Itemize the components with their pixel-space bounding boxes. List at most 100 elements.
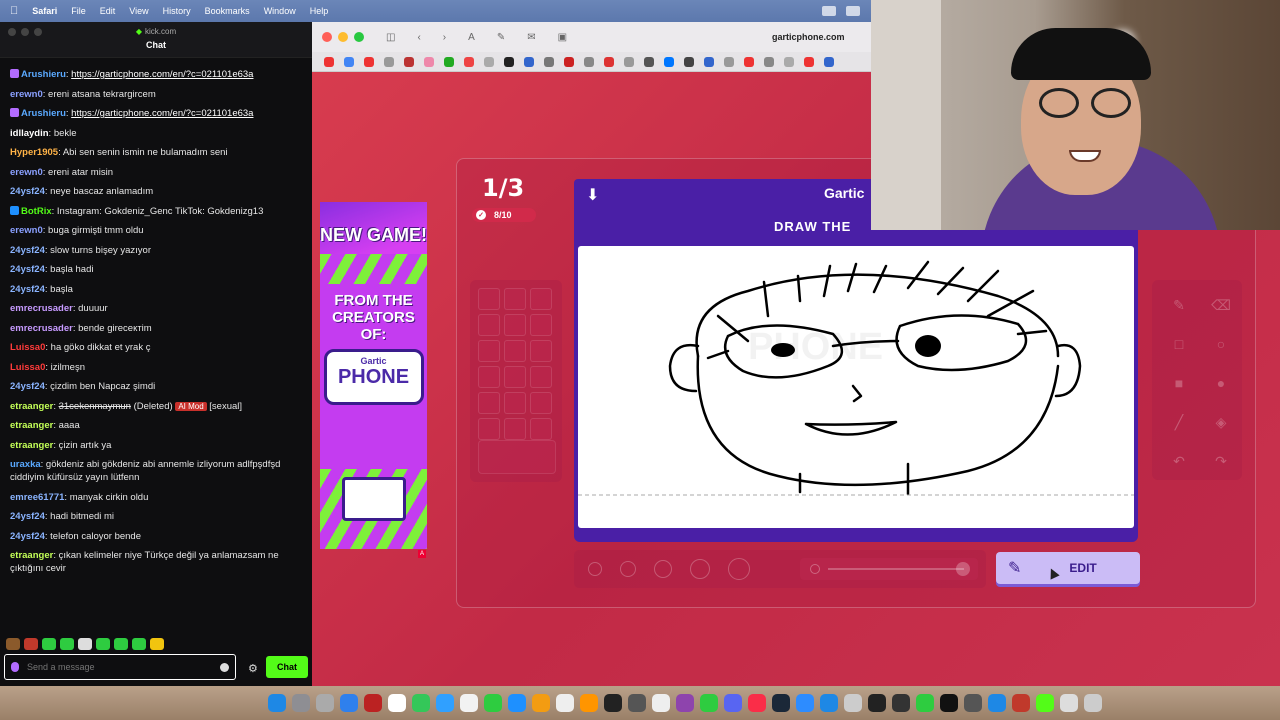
- chat-username[interactable]: erewn0: [10, 167, 43, 178]
- terminal-icon[interactable]: [604, 694, 622, 712]
- chat-username[interactable]: erewn0: [10, 89, 43, 100]
- emoji-icon[interactable]: [220, 662, 229, 672]
- color-swatch[interactable]: [504, 366, 526, 388]
- ad-choice-icon[interactable]: A: [418, 550, 426, 558]
- emote-icon[interactable]: [132, 638, 146, 650]
- bookmark-icon[interactable]: [484, 56, 494, 67]
- bookmark-icon[interactable]: [784, 56, 794, 67]
- emote-icon[interactable]: [96, 638, 110, 650]
- color-swatch[interactable]: [530, 314, 552, 336]
- emote-icon[interactable]: [42, 638, 56, 650]
- filled-rectangle-tool-icon[interactable]: ■: [1162, 366, 1196, 400]
- eraser-tool-icon[interactable]: ⌫: [1204, 288, 1238, 322]
- app-icon[interactable]: [580, 694, 598, 712]
- facetime-icon[interactable]: [484, 694, 502, 712]
- chat-username[interactable]: etraanger: [10, 401, 53, 412]
- steam-icon[interactable]: [772, 694, 790, 712]
- tray-icon[interactable]: [846, 6, 860, 16]
- emote-icon[interactable]: [24, 638, 38, 650]
- bookmark-icon[interactable]: [764, 56, 774, 67]
- kick-icon[interactable]: [1036, 694, 1054, 712]
- bookmark-icon[interactable]: [644, 56, 654, 67]
- chat-username[interactable]: uraxka: [10, 459, 41, 470]
- chat-username[interactable]: 24ysf24: [10, 245, 45, 256]
- chat-username[interactable]: etraanger: [10, 420, 53, 431]
- gear-icon[interactable]: ⚙: [248, 662, 258, 675]
- bookmark-icon[interactable]: [504, 56, 514, 67]
- app-icon[interactable]: [940, 694, 958, 712]
- bookmark-icon[interactable]: [704, 56, 714, 67]
- bookmark-icon[interactable]: [684, 56, 694, 67]
- color-swatch[interactable]: [504, 288, 526, 310]
- color-swatch[interactable]: [478, 366, 500, 388]
- app-icon[interactable]: [988, 694, 1006, 712]
- app-icon[interactable]: [652, 694, 670, 712]
- emote-icon[interactable]: [60, 638, 74, 650]
- filled-ellipse-tool-icon[interactable]: ●: [1204, 366, 1238, 400]
- brush-size-option[interactable]: [728, 558, 750, 580]
- chat-username[interactable]: etraanger: [10, 440, 53, 451]
- color-swatch[interactable]: [478, 392, 500, 414]
- chat-username[interactable]: emree61771: [10, 492, 64, 503]
- emote-icon[interactable]: [78, 638, 92, 650]
- forward-icon[interactable]: ›: [443, 32, 446, 43]
- menu-file[interactable]: File: [71, 6, 86, 16]
- chat-username[interactable]: Luissa0: [10, 342, 45, 353]
- launchpad-icon[interactable]: [292, 694, 310, 712]
- line-tool-icon[interactable]: ╱: [1162, 405, 1196, 439]
- chat-username[interactable]: idllaydin: [10, 128, 49, 139]
- color-swatch[interactable]: [530, 418, 552, 440]
- bookmark-icon[interactable]: [384, 56, 394, 67]
- chat-username[interactable]: emrecrusader: [10, 303, 73, 314]
- bookmark-icon[interactable]: [364, 56, 374, 67]
- microphone-icon[interactable]: [11, 662, 19, 672]
- chat-message-list[interactable]: Arushieru: https://garticphone.com/en/?c…: [0, 68, 300, 648]
- close-dot[interactable]: [8, 28, 16, 36]
- reader-icon[interactable]: A: [468, 32, 475, 43]
- edit-button[interactable]: ✎ EDIT: [996, 552, 1140, 584]
- bookmark-icon[interactable]: [424, 56, 434, 67]
- brush-size-option[interactable]: [690, 559, 710, 579]
- app-icon[interactable]: [1060, 694, 1078, 712]
- photos-icon[interactable]: [532, 694, 550, 712]
- app-icon[interactable]: [460, 694, 478, 712]
- color-swatch[interactable]: [530, 288, 552, 310]
- color-swatch[interactable]: [530, 392, 552, 414]
- brush-size-option[interactable]: [620, 561, 636, 577]
- address-bar[interactable]: garticphone.com: [772, 32, 845, 42]
- trash-icon[interactable]: [1084, 694, 1102, 712]
- apple-icon[interactable]: : [10, 5, 18, 17]
- chat-input-box[interactable]: [4, 654, 236, 680]
- color-swatch[interactable]: [504, 340, 526, 362]
- chat-send-button[interactable]: Chat: [266, 656, 308, 678]
- zoom-dot[interactable]: [354, 32, 364, 42]
- chat-username[interactable]: erewn0: [10, 225, 43, 236]
- menu-bookmarks[interactable]: Bookmarks: [205, 6, 250, 16]
- chat-username[interactable]: 24ysf24: [10, 284, 45, 295]
- bookmark-icon[interactable]: [524, 56, 534, 67]
- fill-bucket-icon[interactable]: ◈: [1204, 405, 1238, 439]
- bookmark-icon[interactable]: [604, 56, 614, 67]
- bookmark-icon[interactable]: [724, 56, 734, 67]
- chat-username[interactable]: Hyper1905: [10, 147, 58, 158]
- undo-icon[interactable]: ↶: [1162, 444, 1196, 478]
- bookmark-icon[interactable]: [804, 56, 814, 67]
- color-swatch[interactable]: [504, 392, 526, 414]
- bookmark-icon[interactable]: [444, 56, 454, 67]
- ellipse-tool-icon[interactable]: ○: [1204, 327, 1238, 361]
- app-icon[interactable]: [868, 694, 886, 712]
- emote-icon[interactable]: [150, 638, 164, 650]
- music-icon[interactable]: [748, 694, 766, 712]
- app-icon[interactable]: [892, 694, 910, 712]
- download-icon[interactable]: ⬇: [586, 185, 599, 205]
- redo-icon[interactable]: ↷: [1204, 444, 1238, 478]
- ad-banner[interactable]: NEW GAME! FROM THE CREATORS OF: Gartic P…: [320, 202, 427, 549]
- bookmark-icon[interactable]: [624, 56, 634, 67]
- bookmark-icon[interactable]: [744, 56, 754, 67]
- chat-username[interactable]: BotRix: [21, 206, 52, 217]
- minimize-dot[interactable]: [338, 32, 348, 42]
- chat-username[interactable]: etraanger: [10, 550, 53, 561]
- color-swatch[interactable]: [478, 314, 500, 336]
- back-icon[interactable]: ‹: [417, 32, 420, 43]
- color-swatch[interactable]: [504, 314, 526, 336]
